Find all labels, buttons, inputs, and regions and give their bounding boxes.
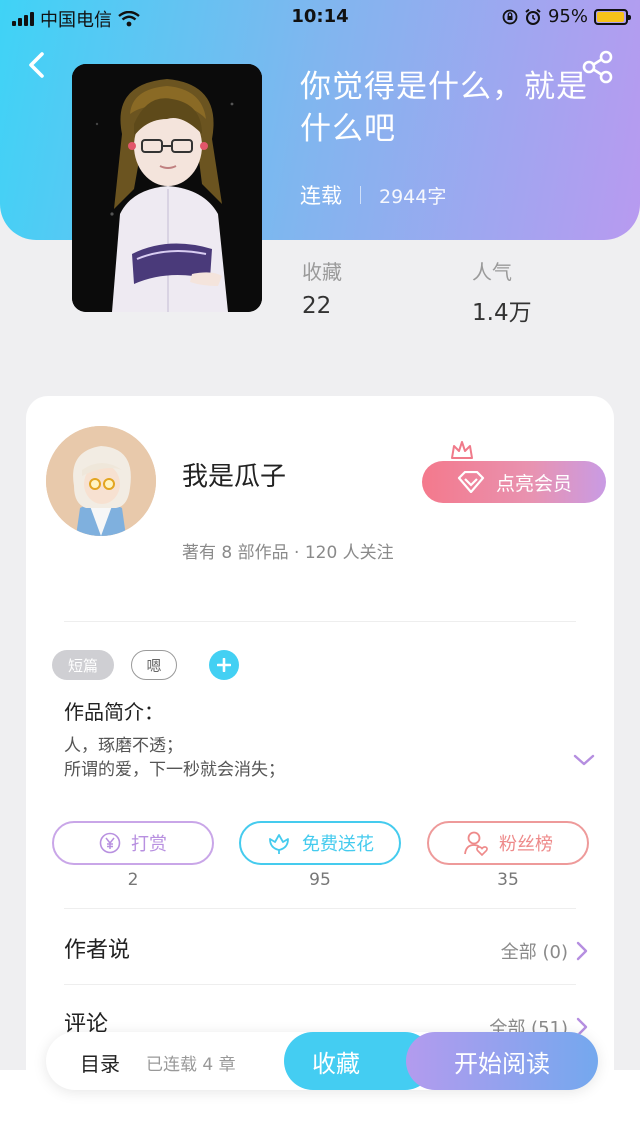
chevron-down-icon[interactable] bbox=[572, 752, 596, 768]
divider bbox=[64, 621, 576, 622]
diamond-icon bbox=[457, 471, 485, 493]
chevron-right-icon bbox=[576, 941, 588, 961]
cover-illustration bbox=[72, 64, 262, 312]
tag-custom[interactable]: 嗯 bbox=[131, 650, 177, 680]
intro-body: 人，琢磨不透； 所谓的爱，下一秒就会消失； bbox=[64, 734, 285, 782]
meta-divider bbox=[360, 186, 361, 204]
book-status: 连载 bbox=[300, 184, 342, 208]
battery-icon bbox=[594, 8, 631, 25]
back-icon[interactable] bbox=[22, 48, 52, 82]
author-avatar[interactable] bbox=[46, 426, 156, 536]
chapter-count: 已连载 4 章 bbox=[146, 1055, 236, 1075]
intro-line: 人，琢磨不透； bbox=[64, 736, 183, 756]
status-bar: 中国电信 10:14 95% bbox=[0, 0, 640, 34]
fan-ranking-label: 粉丝榜 bbox=[499, 834, 553, 855]
author-says-title: 作者说 bbox=[64, 938, 131, 963]
status-right: 95% bbox=[502, 6, 631, 27]
word-count: 2944字 bbox=[379, 185, 447, 208]
plus-icon bbox=[217, 658, 231, 672]
stat-value: 22 bbox=[302, 293, 332, 319]
fan-count: 35 bbox=[497, 870, 519, 890]
author-says-count: 全部 (0) bbox=[500, 942, 568, 963]
book-cover[interactable] bbox=[72, 64, 262, 312]
author-works-info: 著有 8 部作品 · 120 人关注 bbox=[182, 543, 394, 563]
stat-favorites: 收藏 22 bbox=[302, 256, 342, 319]
book-meta: 连载 2944字 bbox=[300, 180, 446, 210]
member-button-label: 点亮会员 bbox=[495, 472, 572, 495]
rotation-lock-icon bbox=[502, 9, 518, 24]
divider bbox=[64, 908, 576, 909]
user-heart-icon bbox=[464, 831, 488, 856]
divider bbox=[64, 984, 576, 985]
battery-fill bbox=[597, 11, 624, 22]
author-says-all-link[interactable]: 全部 (0) bbox=[501, 938, 588, 964]
reward-label: 打赏 bbox=[131, 834, 167, 855]
send-flower-button[interactable]: 免费送花 bbox=[239, 821, 401, 865]
reward-count: 2 bbox=[127, 870, 139, 890]
fan-ranking-button[interactable]: 粉丝榜 bbox=[427, 821, 589, 865]
stat-popularity: 人气 1.4万 bbox=[472, 256, 532, 327]
book-title: 你觉得是什么，就是什么吧 bbox=[300, 69, 588, 147]
battery-percent: 95% bbox=[547, 6, 588, 27]
flower-icon bbox=[269, 834, 289, 854]
add-tag-button[interactable] bbox=[209, 650, 239, 680]
avatar-illustration bbox=[46, 426, 156, 536]
alarm-icon bbox=[525, 8, 541, 25]
author-name[interactable]: 我是瓜子 bbox=[182, 456, 286, 493]
activate-membership-button[interactable]: 点亮会员 bbox=[422, 461, 606, 503]
yen-icon bbox=[99, 832, 121, 854]
crown-icon bbox=[451, 441, 473, 459]
intro-title: 作品简介： bbox=[64, 700, 164, 724]
reward-button[interactable]: 打赏 bbox=[52, 821, 214, 865]
table-of-contents-button[interactable]: 目录 bbox=[80, 1048, 120, 1077]
intro-line: 所谓的爱，下一秒就会消失； bbox=[64, 760, 285, 780]
tag-short-story[interactable]: 短篇 bbox=[52, 650, 114, 680]
stat-label: 人气 bbox=[472, 260, 512, 284]
flower-count: 95 bbox=[309, 870, 331, 890]
start-reading-button[interactable]: 开始阅读 bbox=[406, 1032, 598, 1090]
stat-label: 收藏 bbox=[302, 260, 342, 284]
send-flower-label: 免费送花 bbox=[302, 834, 374, 855]
stat-value: 1.4万 bbox=[472, 300, 532, 326]
